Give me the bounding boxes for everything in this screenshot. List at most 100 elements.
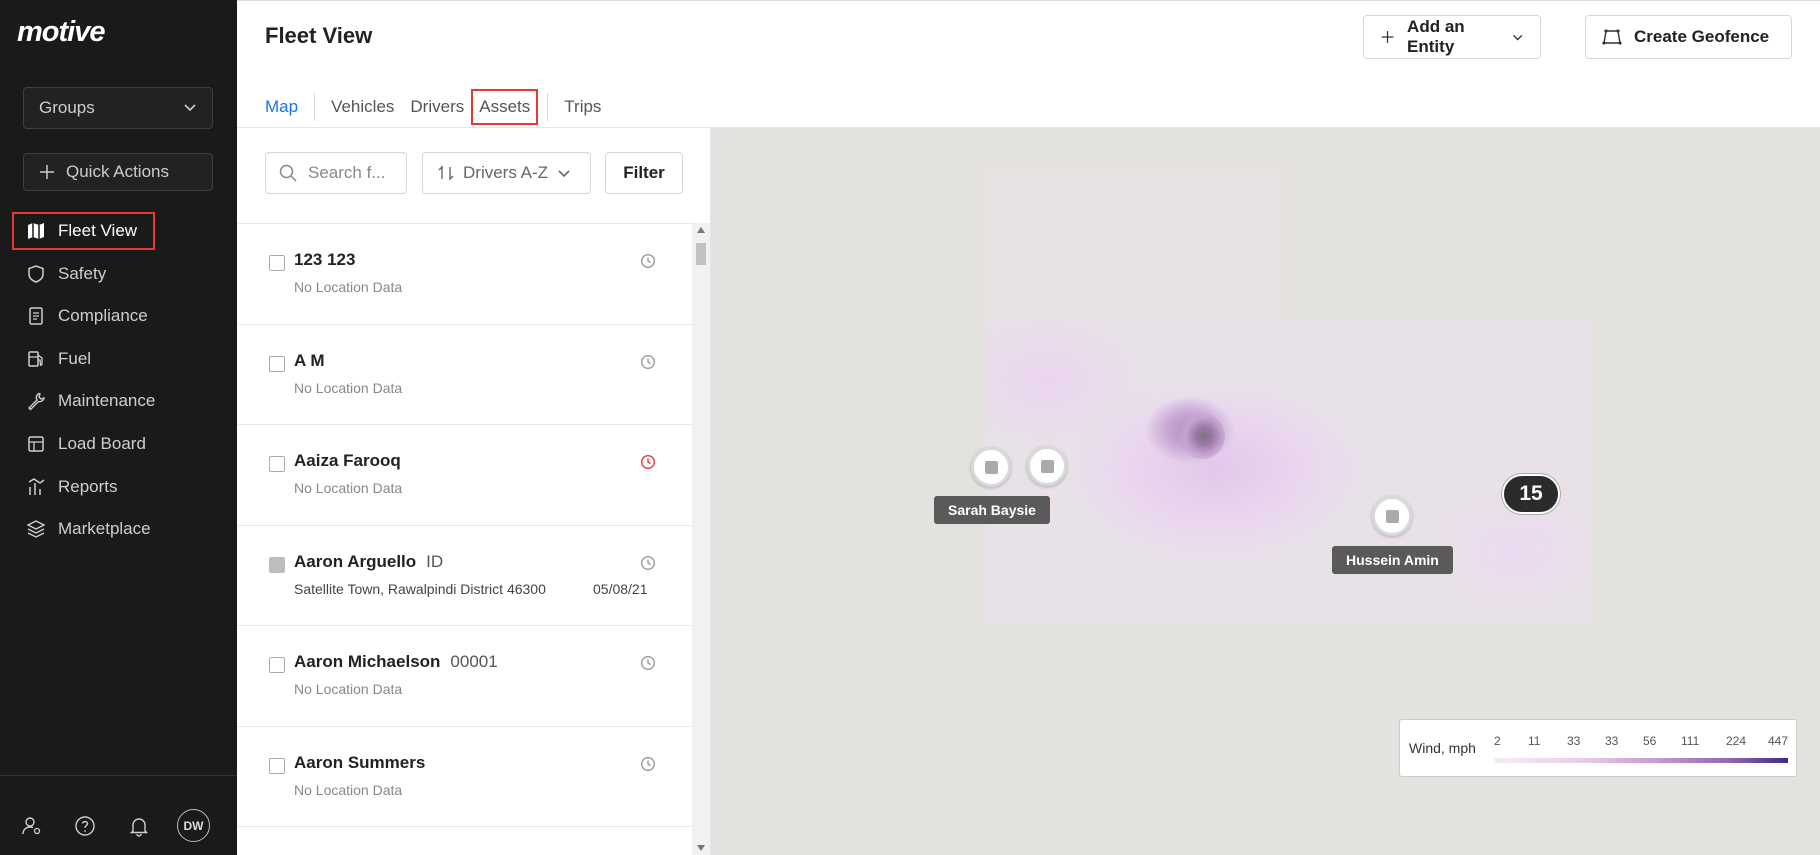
tab-divider [314,93,316,121]
vehicle-marker[interactable] [971,447,1011,487]
sidebar-item-compliance[interactable]: Compliance [12,297,226,335]
wind-overlay [985,320,1592,623]
sidebar-item-safety[interactable]: Safety [12,255,226,293]
driver-name: Aaiza Farooq [294,451,401,470]
list-item[interactable]: Aaron Summers No Location Data [237,727,692,827]
page-header: Fleet View Add an Entity Create Geofence… [237,0,1820,134]
sidebar-item-label: Maintenance [58,391,156,411]
create-geofence-button[interactable]: Create Geofence [1585,15,1792,59]
tab-vehicles[interactable]: Vehicles [331,95,394,119]
tab-divider [547,93,549,121]
vehicle-marker[interactable] [1372,496,1412,536]
tab-assets[interactable]: Assets [471,89,539,125]
tab-drivers[interactable]: Drivers [410,95,464,119]
row-checkbox[interactable] [269,757,285,774]
legend-tick: 224 [1726,734,1747,748]
groups-label: Groups [39,98,95,117]
page-title: Fleet View [265,23,373,48]
legend-tick: 56 [1643,734,1657,748]
sidebar-item-label: Safety [58,263,107,283]
driver-name: Aaron Summers [294,752,426,772]
list-item[interactable]: A M No Location Data [237,325,692,425]
chevron-down-icon [184,104,196,112]
sidebar-item-fuel[interactable]: Fuel [12,340,226,378]
sort-icon [438,165,454,181]
tab-trips[interactable]: Trips [564,95,601,119]
filter-button[interactable]: Filter [605,152,683,194]
driver-location: No Location Data [294,781,403,798]
sidebar-item-load-board[interactable]: Load Board [12,425,226,463]
sidebar: motive Groups Quick Actions Fleet View S… [0,0,237,855]
help-icon[interactable] [74,815,96,837]
row-checkbox[interactable] [269,255,285,271]
scroll-down-arrow[interactable] [697,845,705,851]
search-input[interactable]: Search f... [308,163,385,183]
list-item[interactable]: Aaron Michaelson 00001 No Location Data [237,626,692,727]
sidebar-nav: Fleet View Safety Compliance Fuel Mainte… [12,212,226,553]
legend-tick: 2 [1494,734,1501,748]
legend-tick: 33 [1567,734,1581,748]
marker-label[interactable]: Hussein Amin [1332,546,1453,574]
scroll-up-arrow[interactable] [697,227,705,233]
list-item[interactable]: 123 123 No Location Data [237,224,692,325]
tab-map[interactable]: Map [265,95,299,134]
driver-list: 123 123 No Location Data A M No Location… [237,223,692,855]
list-item[interactable]: Aaiza Farooq No Location Data [237,425,692,526]
row-checkbox[interactable] [269,355,285,372]
marker-label[interactable]: Sarah Baysie [934,496,1050,524]
bell-icon[interactable] [128,815,150,837]
layers-icon [26,520,46,538]
cluster-marker[interactable]: 15 [1502,474,1560,514]
avatar[interactable]: DW [177,809,210,842]
map-icon [28,223,44,239]
legend-tick: 11 [1528,734,1541,748]
fleet-map[interactable]: Sarah Baysie Hussein Amin 15 Wind, mph 2… [711,128,1820,855]
map-tile [986,168,1282,320]
driver-list-panel: Search f... Drivers A-Z Filter 123 123 N… [237,128,711,855]
list-scrollbar[interactable] [692,223,710,855]
search-box[interactable]: Search f... [265,152,407,194]
list-item[interactable]: Aaron Arguello ID Satellite Town, Rawalpi… [237,526,692,626]
sort-dropdown[interactable]: Drivers A-Z [422,152,591,194]
wind-legend: Wind, mph 2 11 33 33 56 111 224 447 [1399,719,1797,777]
row-checkbox[interactable] [269,456,285,472]
clock-icon [640,655,656,671]
legend-tick: 33 [1605,734,1619,748]
sort-label: Drivers A-Z [463,163,548,182]
quick-actions-button[interactable]: Quick Actions [23,153,213,191]
row-checkbox[interactable] [269,657,285,673]
clock-alert-icon [640,454,656,470]
legend-tick: 447 [1768,734,1789,748]
add-entity-label: Add an Entity [1407,17,1465,56]
vehicle-marker[interactable] [1027,446,1067,486]
groups-dropdown[interactable]: Groups [23,87,213,129]
board-icon [28,436,44,452]
sidebar-item-reports[interactable]: Reports [12,468,226,506]
clock-icon [640,555,656,570]
add-entity-button[interactable]: Add an Entity [1363,15,1541,59]
reports-icon [28,477,45,495]
driver-name: 123 123 [294,250,356,269]
driver-name: Aaron Michaelson 00001 [294,652,498,671]
storm-center [1179,413,1225,459]
sidebar-item-marketplace[interactable]: Marketplace [12,510,226,548]
wrench-icon [28,393,45,411]
clock-icon [640,354,656,369]
clock-icon [640,756,656,771]
sidebar-item-label: Load Board [58,433,146,453]
motive-logo[interactable]: motive [17,16,105,49]
sidebar-item-label: Compliance [58,306,148,326]
driver-name: Aaron Arguello ID [294,551,444,571]
sidebar-item-maintenance[interactable]: Maintenance [12,382,226,420]
legend-title: Wind, mph [1409,740,1476,756]
sidebar-item-label: Fuel [58,348,92,368]
scroll-thumb[interactable] [696,243,706,265]
user-settings-icon[interactable] [21,815,43,837]
row-checkbox[interactable] [269,556,285,573]
sidebar-item-fleet-view[interactable]: Fleet View [12,212,155,250]
chevron-down-icon [558,170,570,178]
legend-color-bar [1494,758,1788,763]
quick-actions-label: Quick Actions [66,162,169,181]
driver-location: No Location Data [294,379,403,396]
fuel-icon [28,351,43,367]
